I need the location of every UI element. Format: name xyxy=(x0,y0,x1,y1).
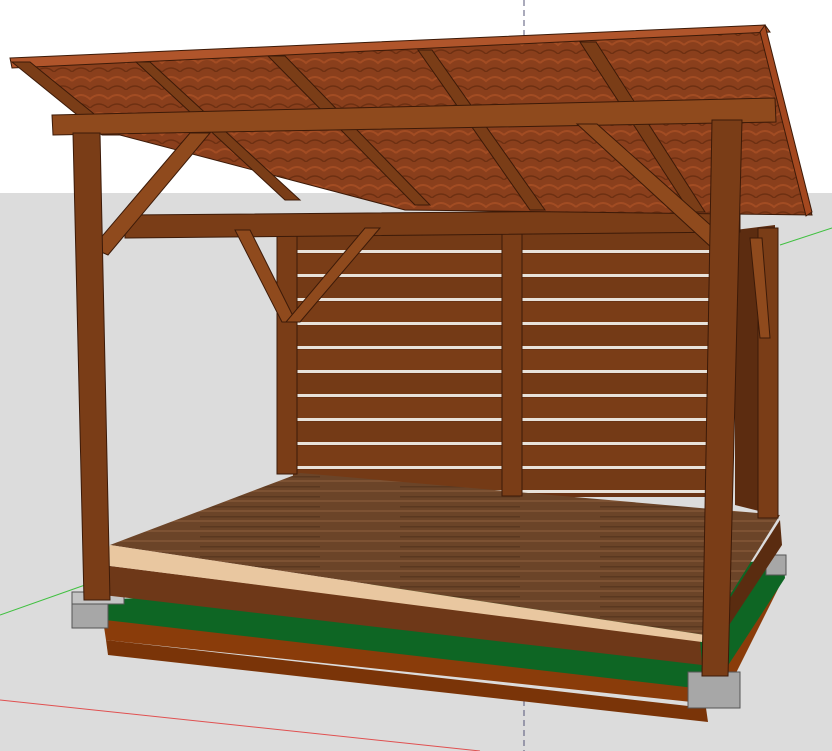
post-back-middle xyxy=(501,227,523,497)
woodshed-model xyxy=(0,0,832,751)
sketchup-viewport[interactable] xyxy=(0,0,832,751)
post-back-left xyxy=(276,221,298,475)
pier-front-right xyxy=(687,671,741,709)
